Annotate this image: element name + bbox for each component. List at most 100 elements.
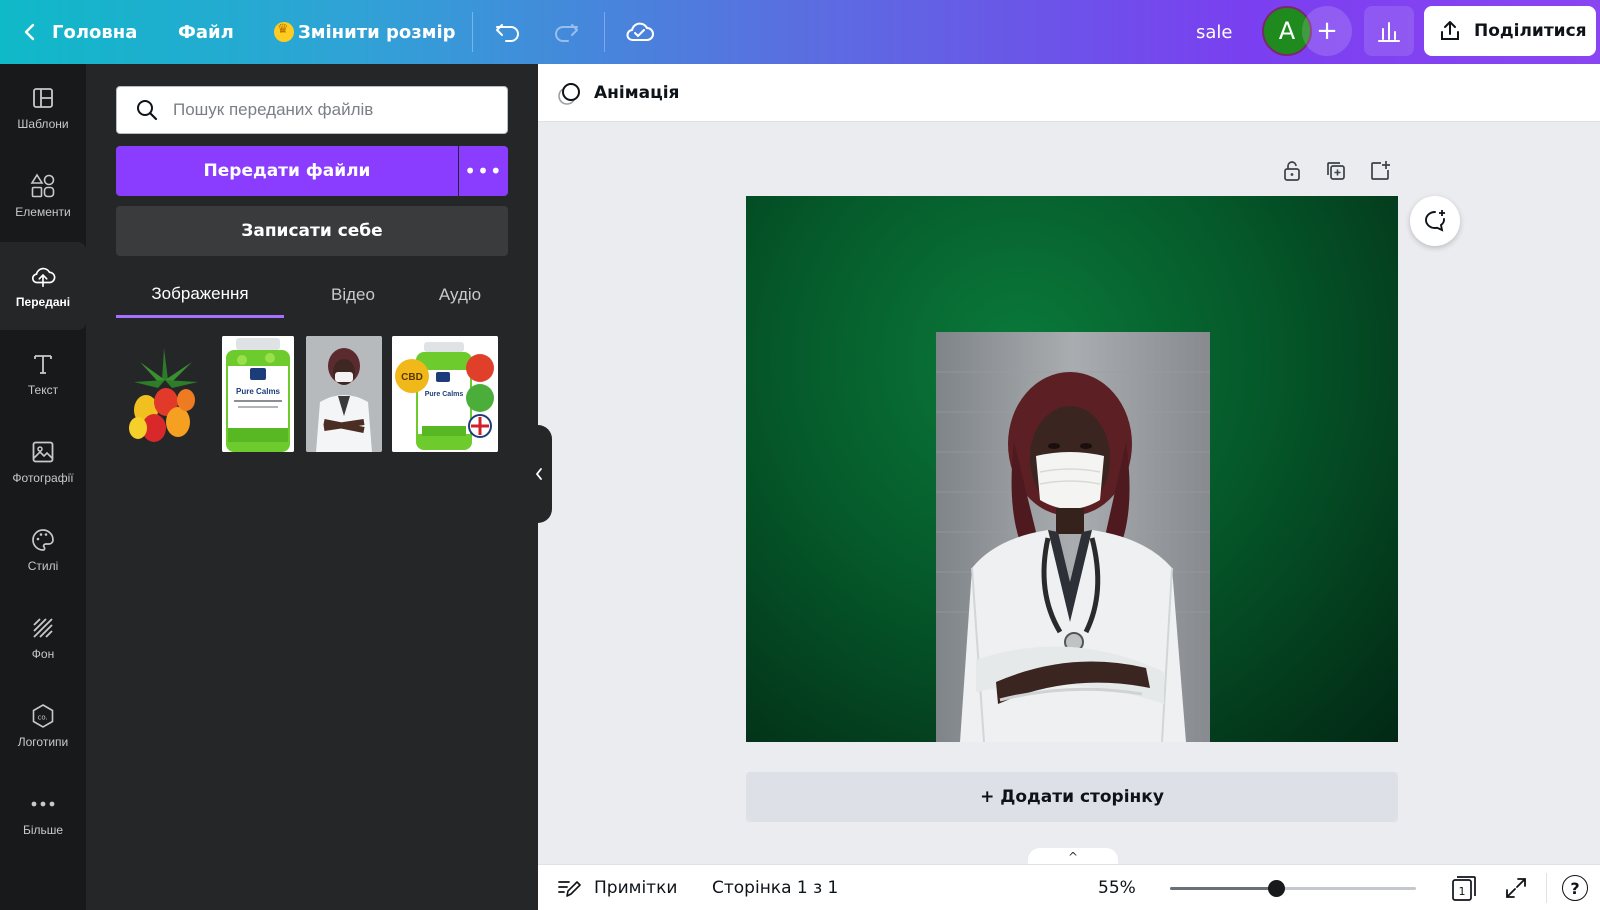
rail-label: Логотипи — [17, 735, 69, 749]
doctor-mask-image[interactable] — [306, 336, 382, 452]
rail-label: Шаблони — [17, 117, 69, 131]
expand-icon — [1506, 878, 1526, 898]
undo-button[interactable] — [494, 0, 522, 64]
record-yourself-button[interactable]: Записати себе — [116, 206, 508, 256]
logos-icon: co. — [30, 703, 56, 729]
undo-icon — [496, 24, 519, 42]
page-indicator: Сторінка 1 з 1 — [712, 878, 839, 898]
cloud-check-icon — [626, 22, 654, 41]
chevron-left-icon — [535, 468, 542, 480]
bottom-bar: Примітки Сторінка 1 з 1 55% 1 ? — [538, 864, 1600, 910]
notes-button[interactable]: Примітки — [556, 865, 677, 910]
elements-icon — [30, 173, 56, 199]
top-bar: Головна Файл Змінити розмір sale A + Под… — [0, 0, 1600, 64]
design-name[interactable]: sale — [1196, 0, 1232, 64]
home-label[interactable]: Головна — [52, 22, 137, 43]
search-icon — [137, 100, 158, 121]
search-input[interactable]: Пошук переданих файлів — [116, 86, 508, 134]
divider — [1546, 873, 1547, 903]
add-collaborator-button[interactable]: + — [1302, 6, 1352, 56]
pure-calms-badges-image[interactable]: Pure Calms CBD — [392, 336, 498, 452]
gummies-cannabis-image[interactable] — [116, 336, 206, 452]
rail-item-elements[interactable]: Елементи — [0, 152, 86, 240]
tab-video[interactable]: Відео — [298, 272, 408, 318]
page-count: 1 — [1459, 885, 1466, 898]
comment-plus-icon — [1425, 210, 1445, 232]
pure-calms-bottle-image[interactable]: Pure Calms — [222, 336, 294, 452]
animation-label: Анімація — [594, 83, 680, 103]
lock-icon — [1284, 161, 1300, 181]
upload-more-button[interactable]: ••• — [459, 146, 508, 196]
lock-page-button[interactable] — [1276, 156, 1308, 186]
add-page-icon-button[interactable] — [1364, 156, 1396, 186]
thumbnail-grid: Pure Calms Pure Calms CBD — [116, 336, 508, 456]
bottle-label: Pure Calms — [425, 391, 464, 398]
search-placeholder: Пошук переданих файлів — [173, 100, 374, 119]
notes-icon — [558, 881, 581, 897]
pages-icon: 1 — [1452, 876, 1476, 901]
zoom-slider-knob[interactable] — [1267, 880, 1285, 897]
zoom-level[interactable]: 55% — [1098, 865, 1136, 910]
rail-label: Фон — [31, 647, 55, 661]
ellipsis-icon: ••• — [464, 159, 503, 183]
rail-label: Текст — [27, 383, 59, 397]
notes-label: Примітки — [594, 878, 678, 898]
rail-item-logos[interactable]: co. Логотипи — [0, 682, 86, 770]
redo-button[interactable] — [552, 0, 580, 64]
insights-button[interactable] — [1364, 6, 1414, 56]
animation-toolbar: Анімація — [538, 64, 1600, 122]
redo-icon — [555, 24, 578, 42]
back-button[interactable]: Головна — [22, 0, 137, 64]
file-menu[interactable]: Файл — [178, 0, 234, 64]
chevron-up-icon: ^ — [1067, 850, 1079, 864]
add-page-icon — [1371, 161, 1390, 180]
templates-icon — [30, 85, 56, 111]
rail-label: Елементи — [15, 205, 71, 219]
plus-icon: + — [1316, 16, 1338, 46]
doctor-photo[interactable] — [936, 332, 1210, 742]
rail-label: Більше — [22, 823, 64, 837]
share-upload-icon — [1441, 21, 1459, 40]
rail-item-uploads[interactable]: Передані — [0, 242, 86, 330]
help-button[interactable]: ? — [1562, 865, 1588, 910]
share-button[interactable]: Поділитися — [1424, 6, 1596, 56]
rail-item-templates[interactable]: Шаблони — [0, 64, 86, 152]
svg-text:co.: co. — [38, 714, 48, 722]
photos-icon — [30, 439, 56, 465]
crown-icon — [274, 22, 294, 42]
resize-button[interactable]: Змінити розмір — [274, 0, 456, 64]
zoom-slider-track[interactable] — [1170, 887, 1416, 890]
animation-button[interactable]: Анімація — [556, 64, 679, 122]
zoom-slider-fill — [1170, 887, 1276, 890]
more-icon — [30, 791, 56, 817]
help-icon: ? — [1562, 875, 1588, 901]
rail-item-background[interactable]: Фон — [0, 594, 86, 682]
rail-item-photos[interactable]: Фотографії — [0, 418, 86, 506]
upload-files-button[interactable]: Передати файли — [116, 146, 458, 196]
collapse-panel-button[interactable] — [526, 425, 552, 523]
add-comment-button[interactable] — [1410, 196, 1460, 246]
duplicate-icon — [1327, 162, 1345, 180]
divider — [604, 12, 605, 52]
share-label: Поділитися — [1474, 21, 1587, 41]
rail-label: Передані — [15, 295, 71, 309]
rail-item-more[interactable]: Більше — [0, 770, 86, 858]
palette-icon — [30, 527, 56, 553]
page-tools — [1276, 156, 1396, 186]
rail-item-styles[interactable]: Стилі — [0, 506, 86, 594]
design-page[interactable] — [746, 196, 1398, 742]
background-icon — [30, 615, 56, 641]
add-page-button[interactable]: + Додати сторінку — [746, 772, 1398, 822]
page-grid-button[interactable]: 1 — [1450, 865, 1478, 910]
duplicate-page-button[interactable] — [1320, 156, 1352, 186]
cloud-save-button[interactable] — [624, 0, 656, 64]
cloud-upload-icon — [30, 263, 56, 289]
rail-item-text[interactable]: Текст — [0, 330, 86, 418]
tab-audio[interactable]: Аудіо — [412, 272, 508, 318]
uploads-panel: Пошук переданих файлів Передати файли ••… — [86, 64, 538, 910]
resize-label: Змінити розмір — [298, 21, 456, 43]
bottle-label: Pure Calms — [236, 387, 281, 396]
tab-images[interactable]: Зображення — [116, 272, 284, 318]
fullscreen-button[interactable] — [1504, 865, 1528, 910]
chevron-left-icon — [24, 23, 35, 41]
